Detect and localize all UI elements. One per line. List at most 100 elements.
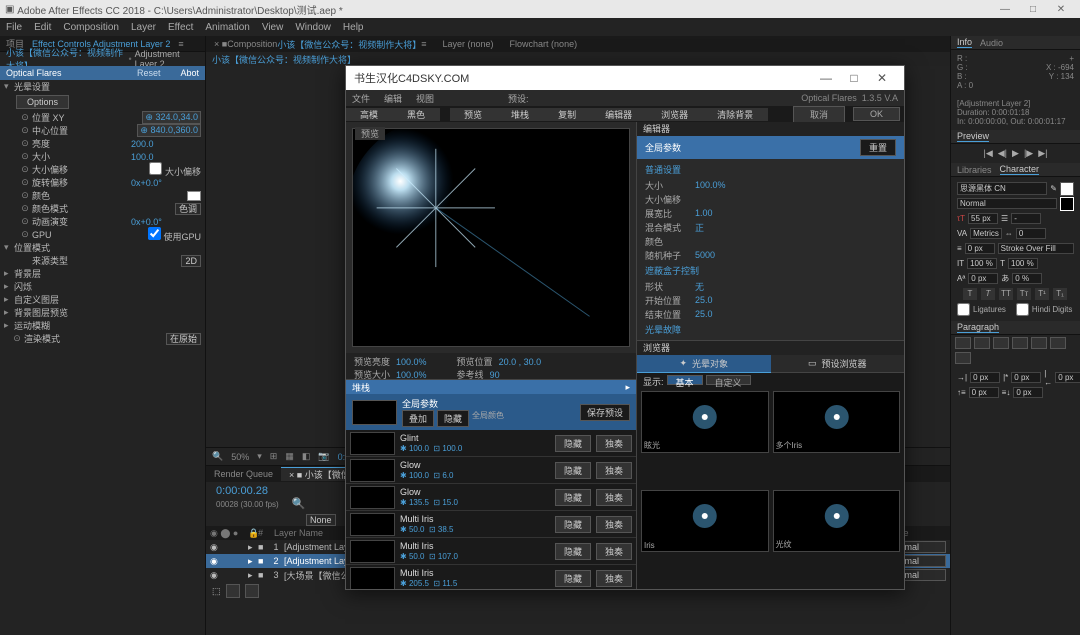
stopwatch-icon[interactable]: ⊙ <box>20 190 30 201</box>
color-swatch[interactable] <box>187 191 201 201</box>
section-common[interactable]: 普通设置 <box>645 161 896 178</box>
menu-effect[interactable]: Effect <box>168 22 193 33</box>
baseline-input[interactable]: 0 px <box>968 273 998 284</box>
mask-icon[interactable]: ◧ <box>302 451 311 462</box>
stack-thumb[interactable] <box>350 540 395 563</box>
stack-hide-button[interactable]: 隐藏 <box>555 489 591 506</box>
grid-icon[interactable]: ▦ <box>285 451 294 462</box>
menu-file[interactable]: File <box>6 22 22 33</box>
twirl-icon[interactable]: ▸ <box>4 294 12 305</box>
menu-view[interactable]: View <box>262 22 284 33</box>
tab-audio[interactable]: Audio <box>980 38 1003 48</box>
tab-libraries[interactable]: Libraries <box>957 165 992 175</box>
toggle-switches-icon[interactable]: ⬚ <box>212 586 221 597</box>
twirl-icon[interactable]: ▸ <box>4 307 12 318</box>
stack-scale[interactable]: 38.5 <box>438 525 454 534</box>
group-collapsed[interactable]: 背景图层预览 <box>12 306 201 319</box>
dialog-minimize-button[interactable]: — <box>812 71 840 85</box>
stack-item[interactable]: Multi Iris✱ 50.0 ⊡ 107.0隐藏独奏 <box>346 538 636 565</box>
prop-value[interactable]: ⊕ 840.0,360.0 <box>137 124 201 137</box>
smallcaps-button[interactable]: Tᴛ <box>1017 288 1031 300</box>
stopwatch-icon[interactable]: ⊙ <box>20 151 30 162</box>
menu-composition[interactable]: Composition <box>63 22 119 33</box>
stopwatch-icon[interactable]: ⊙ <box>20 177 30 188</box>
mode-hq[interactable]: 高模 <box>346 108 393 121</box>
stroke-color-swatch[interactable] <box>1060 197 1074 211</box>
browser-item[interactable]: 多个Iris <box>773 391 901 453</box>
eyedropper-icon[interactable]: ✎ <box>1050 184 1057 193</box>
search-icon[interactable]: 🔍 <box>292 498 306 510</box>
stack-hide-button[interactable]: 隐藏 <box>555 462 591 479</box>
dlg-menu-edit[interactable]: 编辑 <box>384 92 402 105</box>
browser-item[interactable]: 眩光 <box>641 391 769 453</box>
twirl-icon[interactable]: ▸ <box>4 281 12 292</box>
stack-solo-button[interactable]: 独奏 <box>596 516 632 533</box>
fill-color-swatch[interactable] <box>1060 182 1074 196</box>
stack-solo-button[interactable]: 独奏 <box>596 435 632 452</box>
flare-preview[interactable]: 预览 <box>352 128 630 347</box>
twirl-icon[interactable]: ▸ <box>4 268 12 279</box>
prop-value[interactable]: 0x+0.0° <box>131 178 201 188</box>
stopwatch-icon[interactable]: ⊙ <box>20 112 30 123</box>
stack-thumb[interactable] <box>350 459 395 482</box>
font-family-dropdown[interactable]: 思源黑体 CN <box>957 182 1047 195</box>
stopwatch-icon[interactable]: ⊙ <box>20 203 30 214</box>
hscale-input[interactable]: 100 % <box>1008 258 1038 269</box>
section-flicker[interactable]: 光晕故障 <box>645 321 896 338</box>
font-size-input[interactable]: 55 px <box>968 213 998 224</box>
group-collapsed[interactable]: 自定义图层 <box>12 293 201 306</box>
filter-basic[interactable]: 基本 <box>667 375 703 385</box>
source-type-dropdown[interactable]: 2D <box>181 255 201 267</box>
prop-dropdown[interactable]: 色调 <box>175 203 201 215</box>
prop-value[interactable]: ⊕ 324.0,34.0 <box>142 111 201 124</box>
indent-first-input[interactable]: 0 px <box>1011 372 1041 383</box>
prev-frame-icon[interactable]: ◀| <box>998 148 1007 159</box>
stack-thumb[interactable] <box>350 567 395 590</box>
menu-animation[interactable]: Animation <box>205 22 249 33</box>
tab-paragraph[interactable]: Paragraph <box>957 322 999 333</box>
visibility-icon[interactable]: ◉ <box>210 542 222 553</box>
clear-bg[interactable]: 清除背景 <box>703 108 768 121</box>
stack-brightness[interactable]: 50.0 <box>409 525 425 534</box>
stack-brightness[interactable]: 100.0 <box>409 444 429 453</box>
menu-help[interactable]: Help <box>343 22 364 33</box>
flowchart-tab[interactable]: Flowchart (none) <box>502 36 586 52</box>
stack-item[interactable]: Glow✱ 100.0 ⊡ 6.0隐藏独奏 <box>346 457 636 484</box>
param-value[interactable]: 无 <box>695 280 704 293</box>
dialog-maximize-button[interactable]: □ <box>840 71 868 85</box>
options-button[interactable]: Options <box>16 95 69 109</box>
stack-thumb[interactable] <box>350 432 395 455</box>
magnify-icon[interactable]: 🔍 <box>212 451 223 462</box>
stack-collapse-icon[interactable]: ▸ <box>625 382 630 393</box>
stack-brightness[interactable]: 100.0 <box>409 471 429 480</box>
stopwatch-icon[interactable]: ⊙ <box>20 229 30 240</box>
group-collapsed[interactable]: 闪烁 <box>12 280 201 293</box>
stack-item[interactable]: Multi Iris✱ 50.0 ⊡ 38.5隐藏独奏 <box>346 511 636 538</box>
justify-full-button[interactable] <box>955 352 971 364</box>
subscript-button[interactable]: T₁ <box>1053 288 1067 300</box>
stack-scale[interactable]: 100.0 <box>442 444 462 453</box>
panel-menu-icon[interactable]: ≡ <box>178 39 183 49</box>
stack-brightness[interactable]: 205.5 <box>409 579 429 588</box>
param-value[interactable]: 100.0% <box>695 180 726 190</box>
stack-thumb[interactable] <box>350 486 395 509</box>
comp-breadcrumb[interactable]: 小该【微信公众号：视频制作大将】 <box>206 52 950 66</box>
allcaps-button[interactable]: TT <box>999 288 1013 300</box>
stack-solo-button[interactable]: 独奏 <box>596 489 632 506</box>
stopwatch-icon[interactable]: ⊙ <box>20 164 30 175</box>
kerning-dropdown[interactable]: Metrics <box>970 228 1002 239</box>
browser-item[interactable]: 光纹 <box>773 490 901 552</box>
global-thumb[interactable] <box>352 400 397 425</box>
stack-scale[interactable]: 11.5 <box>442 579 457 588</box>
layer-tab[interactable]: Layer (none) <box>435 36 502 52</box>
indent-right-input[interactable]: 0 px <box>1055 372 1080 383</box>
tab-render-queue[interactable]: Render Queue <box>206 469 281 479</box>
stack-item[interactable]: Multi Iris✱ 205.5 ⊡ 11.5隐藏独奏 <box>346 565 636 589</box>
snapshot-icon[interactable]: 📷 <box>318 451 329 462</box>
align-right-button[interactable] <box>993 337 1009 349</box>
close-button[interactable]: ✕ <box>1047 4 1075 15</box>
menu-edit[interactable]: Edit <box>34 22 51 33</box>
twirl-icon[interactable]: ▾ <box>4 242 12 253</box>
effect-header[interactable]: Optical Flares Reset Abot <box>0 66 205 80</box>
group-collapsed[interactable]: 运动模糊 <box>12 319 201 332</box>
